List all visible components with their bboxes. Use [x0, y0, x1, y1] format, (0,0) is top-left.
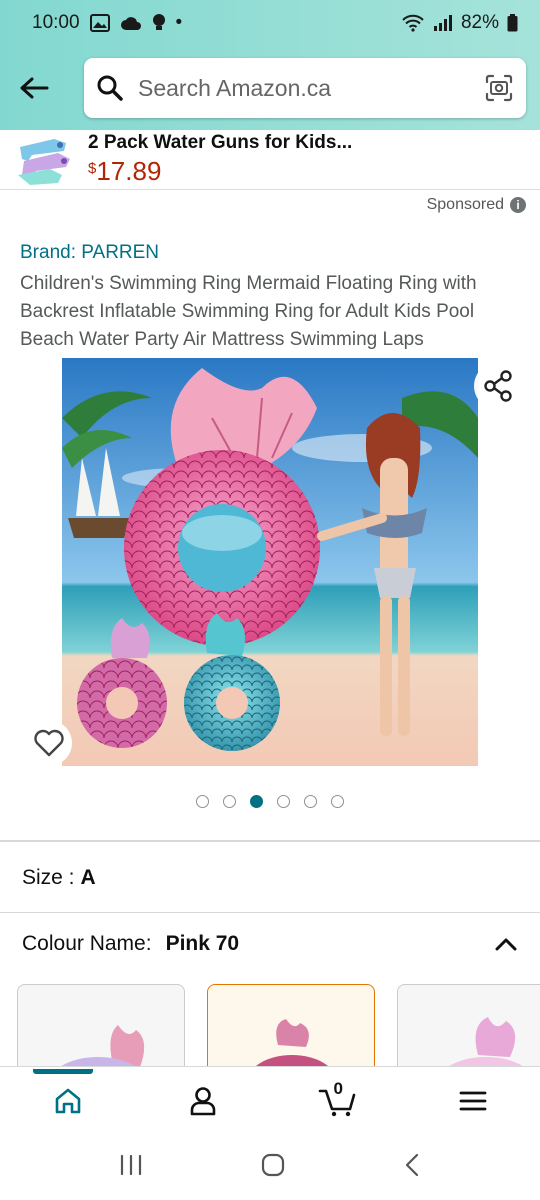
carousel-dot[interactable]: [196, 795, 209, 808]
swatch-image: [249, 1019, 335, 1074]
chevron-left-icon: [405, 1153, 419, 1176]
carousel-dot[interactable]: [331, 795, 344, 808]
brand-link[interactable]: Brand: PARREN: [20, 242, 159, 264]
search-input[interactable]: [138, 74, 484, 102]
back-button[interactable]: [14, 68, 54, 108]
system-nav-bar: [0, 1134, 540, 1200]
battery-icon: [507, 14, 518, 32]
app-header: [0, 46, 540, 130]
sponsored-product-price: $17.89: [88, 156, 352, 187]
colour-swatch-light-pink[interactable]: [397, 984, 540, 1074]
price-currency: $: [88, 160, 97, 177]
status-dot: •: [175, 12, 183, 33]
status-bar: 10:00 • 82%: [0, 0, 540, 46]
chevron-up-icon[interactable]: [494, 936, 518, 952]
share-icon: [484, 370, 512, 402]
wifi-icon: [402, 14, 424, 32]
size-label: Size :: [22, 866, 75, 889]
sponsored-product-title[interactable]: 2 Pack Water Guns for Kids...: [88, 132, 352, 154]
nav-account[interactable]: [163, 1071, 243, 1131]
swatch-image: [440, 1017, 532, 1074]
carousel-dot[interactable]: [277, 795, 290, 808]
hamburger-menu-icon: [459, 1091, 486, 1110]
colour-label: Colour Name:: [22, 932, 152, 955]
signal-icon: [433, 15, 452, 31]
nav-cart[interactable]: 0: [298, 1071, 378, 1131]
status-time: 10:00: [32, 12, 80, 33]
colour-swatch-pink-70[interactable]: [207, 984, 375, 1074]
home-icon: [55, 1088, 80, 1113]
swatch-image: [52, 1025, 145, 1074]
product-image[interactable]: [62, 358, 478, 766]
size-selector[interactable]: Size :A: [22, 866, 96, 890]
search-bar[interactable]: [84, 58, 526, 118]
carousel-dot-active[interactable]: [250, 795, 263, 808]
wishlist-button[interactable]: [26, 720, 72, 766]
cloud-icon: [120, 17, 141, 30]
heart-icon: [34, 729, 64, 757]
colour-swatch-iridescent[interactable]: [17, 984, 185, 1074]
battery-percent: 82%: [460, 12, 499, 33]
divider: [0, 912, 540, 913]
sponsored-product-thumbnail: [14, 130, 76, 189]
carousel-dot[interactable]: [304, 795, 317, 808]
sponsored-text: Sponsored: [426, 196, 504, 213]
image-carousel-dots: [0, 795, 540, 808]
recent-apps-button[interactable]: [118, 1153, 144, 1182]
share-button[interactable]: [474, 362, 522, 410]
info-icon[interactable]: i: [510, 197, 526, 213]
product-photo: [62, 358, 478, 766]
product-title: Children's Swimming Ring Mermaid Floatin…: [20, 273, 477, 350]
cart-count-badge: 0: [333, 1078, 343, 1098]
home-circle-icon: [261, 1153, 285, 1176]
search-icon: [97, 75, 123, 101]
carousel-dot[interactable]: [223, 795, 236, 808]
system-back-button[interactable]: [402, 1152, 422, 1183]
size-value: A: [80, 866, 96, 889]
arrow-left-icon: [20, 77, 49, 99]
nav-menu[interactable]: [433, 1071, 513, 1131]
recent-apps-icon: [120, 1154, 142, 1175]
gallery-icon: [89, 14, 110, 32]
nav-home[interactable]: [28, 1068, 108, 1131]
camera-search-icon[interactable]: [484, 73, 514, 103]
home-button[interactable]: [260, 1152, 286, 1183]
bulb-icon: [152, 14, 165, 30]
bottom-nav: 0: [0, 1066, 540, 1134]
person-icon: [190, 1086, 215, 1115]
colour-selector[interactable]: Colour Name: Pink 70: [22, 932, 518, 956]
colour-value: Pink 70: [165, 932, 240, 955]
sponsored-product-banner[interactable]: 2 Pack Water Guns for Kids... $17.89: [0, 130, 540, 190]
sponsored-label[interactable]: Sponsored i: [427, 196, 526, 214]
section-divider: [0, 840, 540, 842]
price-amount: 17.89: [96, 156, 162, 186]
